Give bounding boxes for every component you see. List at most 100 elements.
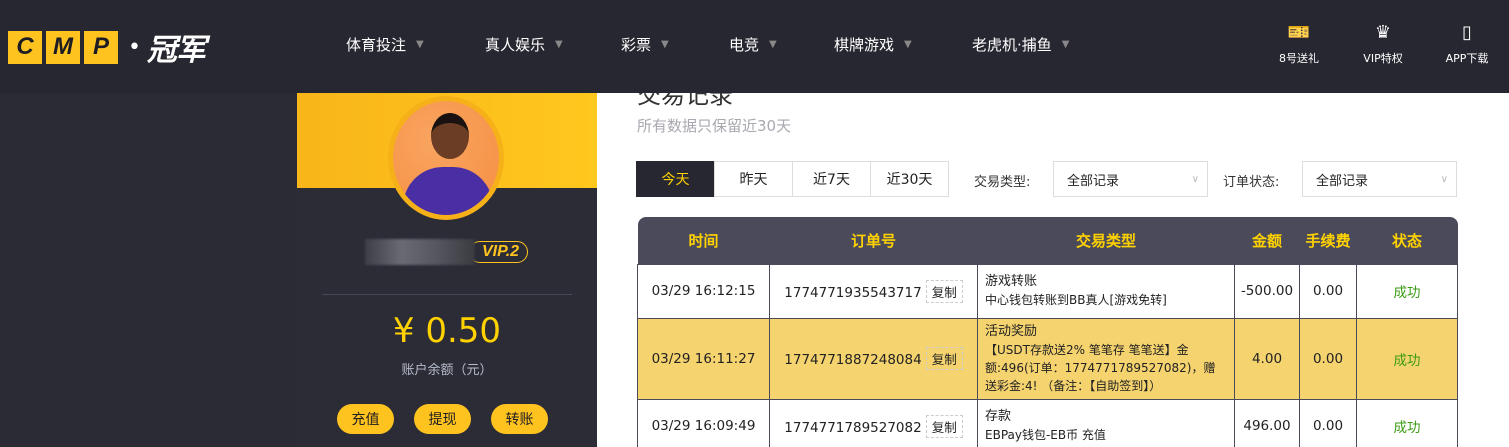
vip-privileges-button[interactable]: ♛ VIP特权: [1341, 22, 1425, 66]
type-title: 活动奖励: [985, 323, 1038, 339]
app-download-button[interactable]: ▯ APP下载: [1425, 22, 1509, 66]
main-content: 交易记录 所有数据只保留近30天 今天 昨天 近7天 近30天 交易类型: 全部…: [597, 93, 1509, 447]
chevron-down-icon: ∨: [1440, 173, 1448, 185]
tab-30-days[interactable]: 近30天: [870, 161, 949, 197]
menu-live-casino[interactable]: 真人娱乐 ▼: [485, 34, 621, 55]
amount-cell: 496.00: [1234, 398, 1300, 447]
vip-badge: VIP.2: [469, 241, 529, 263]
menu-card-games[interactable]: 棋牌游戏 ▼: [834, 34, 972, 55]
chevron-down-icon: ▼: [555, 39, 563, 50]
time-cell: 03/29 16:11:27: [637, 317, 770, 400]
chevron-down-icon: ▼: [661, 39, 669, 50]
order-cell: 1774771935543717 复制: [769, 263, 978, 319]
menu-lottery[interactable]: 彩票 ▼: [621, 34, 729, 55]
chevron-down-icon: ∨: [1191, 173, 1199, 185]
gift-8th-button[interactable]: 🎫 8号送礼: [1257, 22, 1341, 66]
icon-label: APP下载: [1445, 52, 1489, 65]
status-filter-label: 订单状态:: [1223, 175, 1280, 190]
type-filter-select[interactable]: 全部记录 ∨: [1053, 161, 1208, 197]
time-cell: 03/29 16:12:15: [637, 263, 770, 319]
type-cell: 游戏转账中心钱包转账到BB真人[游戏免转]: [977, 263, 1235, 319]
avatar: [388, 96, 504, 220]
tab-today[interactable]: 今天: [636, 161, 715, 197]
table-row: 03/29 16:11:27 1774771887248084 复制 活动奖励【U…: [637, 317, 1458, 400]
withdraw-button[interactable]: 提现: [414, 404, 471, 434]
column-header: 状态: [1356, 217, 1458, 264]
table-row: 03/29 16:12:15 1774771935543717 复制 游戏转账中心…: [637, 263, 1458, 319]
amount-cell: 4.00: [1234, 317, 1300, 400]
chevron-down-icon: ▼: [904, 39, 912, 50]
tab-7-days[interactable]: 近7天: [792, 161, 871, 197]
type-detail: 中心钱包转账到BB真人[游戏免转]: [985, 293, 1167, 307]
column-header: 订单号: [769, 217, 978, 264]
user-info: VIP.2: [365, 239, 529, 265]
menu-sports[interactable]: 体育投注 ▼: [346, 34, 485, 55]
amount-cell: -500.00: [1234, 263, 1300, 319]
type-detail: EBPay钱包-EB币 充值: [985, 428, 1106, 442]
divider: [322, 294, 572, 295]
phone-icon: ▯: [1462, 22, 1472, 43]
username-blurred: [365, 239, 475, 265]
menu-label: 电竞: [729, 36, 760, 54]
icon-label: VIP特权: [1363, 52, 1403, 65]
order-cell: 1774771789527082 复制: [769, 398, 978, 447]
select-value: 全部记录: [1067, 173, 1120, 189]
logo-dot: •: [128, 34, 141, 60]
logo-letter: C: [8, 30, 42, 64]
menu-label: 老虎机·捕鱼: [972, 36, 1052, 54]
icon-label: 8号送礼: [1279, 52, 1319, 65]
date-tabs: 今天 昨天 近7天 近30天: [636, 161, 949, 197]
copy-button[interactable]: 复制: [925, 347, 963, 370]
page-title: 交易记录: [637, 93, 733, 109]
deposit-button[interactable]: 充值: [337, 404, 394, 434]
transfer-button[interactable]: 转账: [491, 404, 548, 434]
page-subtitle: 所有数据只保留近30天: [637, 117, 792, 135]
logo-letter: P: [84, 30, 118, 64]
table-row: 03/29 16:09:49 1774771789527082 复制 存款 EBPa…: [637, 398, 1458, 447]
copy-button[interactable]: 复制: [925, 414, 963, 438]
account-sidebar: VIP.2 ¥ 0.50 账户余额（元） 充值 提现 转账: [297, 93, 597, 447]
menu-label: 真人娱乐: [485, 36, 546, 54]
time-cell: 03/29 16:09:49: [637, 398, 770, 447]
status-cell: 成功: [1356, 398, 1458, 447]
order-number: 1774771935543717: [784, 284, 922, 301]
column-header: 手续费: [1299, 217, 1357, 264]
column-header: 时间: [637, 217, 770, 264]
menu-esports[interactable]: 电竞 ▼: [729, 34, 834, 55]
logo-letter: M: [46, 30, 80, 64]
fee-cell: 0.00: [1299, 263, 1357, 319]
order-number: 1774771887248084: [784, 352, 922, 368]
column-header: 交易类型: [977, 217, 1235, 264]
order-cell: 1774771887248084 复制: [769, 317, 978, 400]
type-cell: 活动奖励【USDT存款送2% 笔笔存 笔笔送】金额:496(订单：1774771…: [977, 317, 1235, 400]
fee-cell: 0.00: [1299, 398, 1357, 447]
logo[interactable]: C M P • 冠军: [8, 25, 206, 69]
chevron-down-icon: ▼: [416, 39, 424, 50]
fee-cell: 0.00: [1299, 317, 1357, 400]
status-filter-select[interactable]: 全部记录 ∨: [1302, 161, 1457, 197]
logo-text: 冠军: [146, 33, 206, 68]
copy-button[interactable]: 复制: [925, 279, 963, 303]
balance-amount: ¥ 0.50: [392, 311, 502, 351]
status-cell: 成功: [1356, 317, 1458, 400]
chevron-down-icon: ▼: [769, 39, 777, 50]
column-header: 金额: [1234, 217, 1300, 264]
select-value: 全部记录: [1316, 173, 1369, 189]
type-detail: 【USDT存款送2% 笔笔存 笔笔送】金额:496(订单：17747717895…: [985, 342, 1216, 393]
menu-label: 棋牌游戏: [834, 36, 895, 54]
status-cell: 成功: [1356, 263, 1458, 319]
crown-icon: ♛: [1374, 22, 1392, 43]
order-number: 1774771789527082: [784, 419, 922, 436]
menu-label: 彩票: [621, 36, 652, 54]
menu-label: 体育投注: [346, 36, 407, 54]
type-cell: 存款 EBPay钱包-EB币 充值: [977, 398, 1235, 447]
tab-yesterday[interactable]: 昨天: [714, 161, 793, 197]
balance-label: 账户余额（元）: [401, 363, 493, 378]
chevron-down-icon: ▼: [1061, 39, 1070, 50]
transactions-table: 时间 订单号 交易类型 金额 手续费 状态 03/29 16:12:15 177…: [637, 217, 1458, 447]
type-title: 存款: [985, 409, 1012, 424]
type-title: 游戏转账: [985, 274, 1038, 289]
ticket-yen-icon: 🎫: [1287, 22, 1311, 43]
menu-slots-fishing[interactable]: 老虎机·捕鱼 ▼: [972, 34, 1069, 55]
type-filter-label: 交易类型:: [974, 175, 1031, 190]
